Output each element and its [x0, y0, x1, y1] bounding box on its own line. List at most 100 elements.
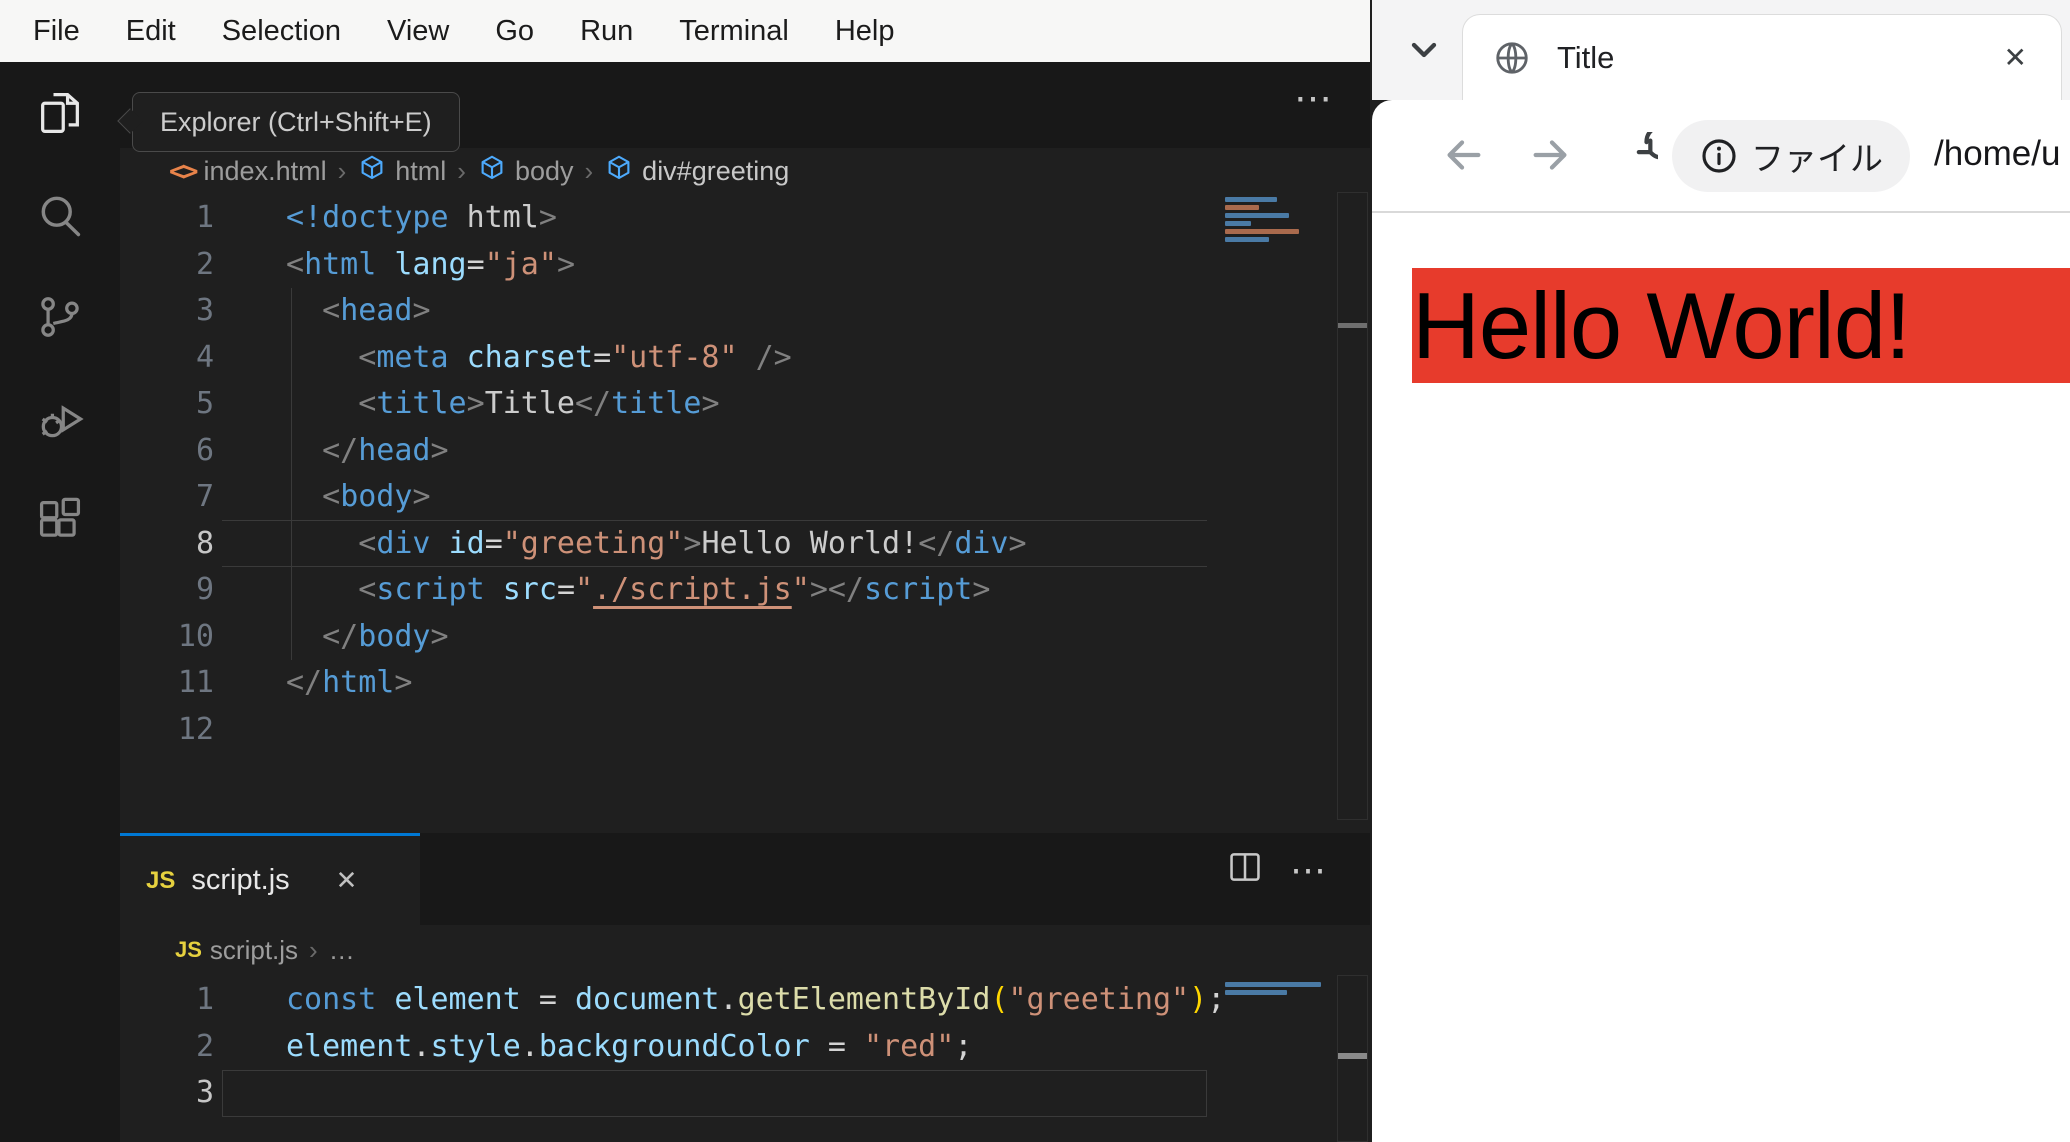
code-line-text: <meta charset="utf-8" /> [358, 339, 792, 375]
code-line[interactable]: 10 </body> [120, 614, 1207, 661]
breadcrumb-separator: › [584, 156, 594, 186]
code-line[interactable]: 12 [120, 707, 1207, 754]
greeting-text: Hello World! [1412, 273, 1911, 378]
code-line-text: const element = document.getElementById(… [286, 982, 1226, 1017]
line-number: 9 [195, 572, 214, 607]
breadcrumb-label: … [328, 934, 355, 965]
line-number: 10 [177, 618, 214, 654]
code-line[interactable]: 2 element.style.backgroundColor = "red"; [120, 1024, 1207, 1071]
editor-scrollbar-slider[interactable] [1338, 323, 1367, 328]
current-line-highlight [222, 1070, 1207, 1117]
line-number: 7 [195, 479, 214, 514]
js-icon: JS [146, 866, 176, 894]
symbol-cube-icon [477, 153, 507, 190]
more-actions-icon[interactable]: ⋯ [1290, 851, 1326, 888]
symbol-cube-icon [604, 153, 634, 190]
forward-arrow-icon[interactable] [1528, 132, 1574, 178]
explorer-icon[interactable] [0, 62, 120, 164]
menu-bar: File Edit Selection View Go Run Terminal Help [0, 0, 1370, 62]
menu-item-view[interactable]: View [364, 15, 472, 48]
breadcrumb-label: index.html [203, 156, 327, 186]
tab-label: script.js [191, 864, 290, 896]
code-tag-icon: <> [169, 156, 198, 187]
activity-bar [0, 62, 120, 1142]
line-number: 1 [195, 200, 214, 235]
browser-tab[interactable]: Title ✕ [1462, 14, 2062, 100]
info-icon [1702, 139, 1736, 173]
current-line-highlight [222, 520, 1207, 567]
line-number: 2 [195, 1028, 214, 1064]
chip-label: ファイル [1751, 140, 1883, 177]
menu-item-go[interactable]: Go [472, 15, 557, 48]
split-editor-icon[interactable] [1226, 848, 1264, 891]
close-icon[interactable]: ✕ [336, 865, 358, 896]
code-line[interactable]: 6 </head> [120, 428, 1207, 475]
menu-item-terminal[interactable]: Terminal [656, 15, 812, 48]
breadcrumb-item[interactable]: div#greeting [604, 153, 789, 190]
line-number: 12 [177, 711, 214, 747]
more-actions-icon[interactable]: ⋯ [1294, 80, 1332, 118]
code-line-text: <body> [322, 479, 431, 514]
minimap[interactable] [1225, 197, 1313, 257]
browser-tab-title: Title [1557, 39, 1615, 75]
breadcrumb-item[interactable]: html [357, 153, 446, 190]
code-line[interactable]: 7 <body> [120, 474, 1207, 521]
panel-scrollbar-slider[interactable] [1338, 1053, 1367, 1059]
html-editor[interactable]: 1 <!doctype html> 2 <html lang="ja"> 3 <head… [120, 195, 1207, 753]
line-number: 11 [177, 665, 214, 700]
code-line[interactable]: 5 <title>Title</title> [120, 381, 1207, 428]
menu-item-selection[interactable]: Selection [199, 15, 364, 48]
code-line[interactable]: 2 <html lang="ja"> [120, 242, 1207, 289]
line-number: 3 [195, 1075, 214, 1110]
editor-scrollbar[interactable] [1337, 192, 1368, 820]
js-icon: JS [175, 937, 202, 962]
code-line-text: </body> [322, 618, 449, 654]
menu-item-edit[interactable]: Edit [103, 15, 199, 48]
breadcrumb-item[interactable]: … [329, 935, 355, 966]
line-number: 2 [195, 246, 214, 282]
code-line[interactable]: 4 <meta charset="utf-8" /> [120, 335, 1207, 382]
run-debug-icon[interactable] [0, 368, 120, 470]
panel-minimap[interactable] [1225, 982, 1329, 998]
line-number: 1 [195, 982, 214, 1017]
breadcrumb-label: script.js [209, 934, 299, 965]
explorer-tooltip: Explorer (Ctrl+Shift+E) [132, 92, 460, 152]
code-line-text: <head> [322, 293, 431, 328]
menu-item-help[interactable]: Help [812, 15, 918, 48]
extensions-icon[interactable] [0, 470, 120, 572]
screen: File Edit Selection View Go Run Terminal Help ⋯… [0, 0, 2070, 1142]
line-number: 8 [195, 525, 214, 561]
breadcrumb: <> index.html › html › body › div#greeting [120, 148, 1370, 195]
menu-item-file[interactable]: File [10, 15, 103, 48]
code-line-text: <script src="./script.js"></script> [358, 572, 991, 607]
chevron-down-icon[interactable] [1404, 30, 1444, 70]
code-line[interactable]: 3 <head> [120, 288, 1207, 335]
source-control-icon[interactable] [0, 266, 120, 368]
back-arrow-icon[interactable] [1440, 132, 1486, 178]
breadcrumb-label: body [514, 156, 574, 186]
breadcrumb-label: html [395, 156, 447, 186]
code-line[interactable]: 1 const element = document.getElementById… [120, 977, 1225, 1024]
tab-script-js[interactable]: JS script.js ✕ [120, 833, 420, 925]
breadcrumb-item[interactable]: JS script.js [175, 935, 298, 966]
close-icon[interactable]: ✕ [2004, 41, 2027, 74]
code-line-text: <title>Title</title> [358, 386, 720, 421]
menu-item-run[interactable]: Run [557, 15, 656, 48]
code-line[interactable]: 1 <!doctype html> [120, 195, 1207, 242]
code-line-text: </html> [286, 665, 413, 700]
breadcrumb-label: div#greeting [642, 156, 790, 186]
vscode-window: File Edit Selection View Go Run Terminal Help ⋯… [0, 0, 1370, 1142]
line-number: 3 [195, 293, 214, 328]
reload-icon[interactable] [1612, 124, 1681, 178]
file-scheme-chip[interactable]: ファイル [1672, 120, 1910, 192]
search-icon[interactable] [0, 164, 120, 266]
panel-breadcrumb: JS script.js ›… [120, 925, 1370, 975]
address-bar-url[interactable]: /home/u [1934, 134, 2060, 174]
code-line[interactable]: 11 </html> [120, 660, 1207, 707]
breadcrumb-item[interactable]: body [477, 153, 574, 190]
line-number: 4 [195, 339, 214, 375]
code-line-text: <!doctype html> [286, 200, 557, 235]
breadcrumb-item[interactable]: <> index.html [169, 156, 327, 187]
code-line[interactable]: 9 <script src="./script.js"></script> [120, 567, 1207, 614]
